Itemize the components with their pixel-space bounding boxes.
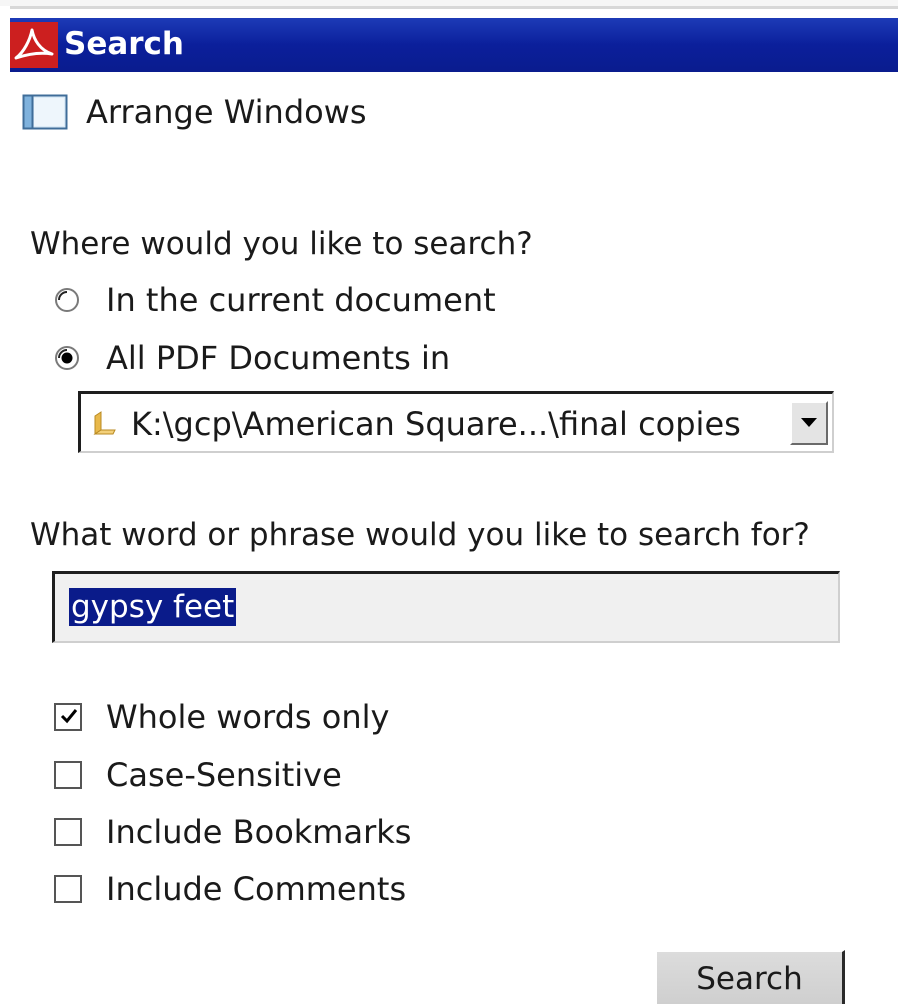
option-include-bookmarks[interactable]: Include Bookmarks [54, 812, 411, 852]
option-case-sensitive-label: Case-Sensitive [106, 756, 342, 794]
arrange-windows-label: Arrange Windows [86, 93, 367, 131]
checkmark-icon [60, 709, 78, 724]
search-phrase-input[interactable]: gypsy feet [52, 571, 840, 643]
option-whole-words-label: Whole words only [106, 698, 390, 736]
checkbox-include-bookmarks[interactable] [54, 818, 82, 846]
option-include-comments-label: Include Comments [106, 870, 407, 908]
query-question: What word or phrase would you like to se… [30, 517, 810, 553]
title-bar-divider [10, 6, 898, 9]
radio-current-document[interactable]: In the current document [54, 280, 496, 320]
adobe-reader-icon [10, 22, 58, 68]
title-bar: Search [0, 0, 898, 74]
folder-icon [93, 411, 116, 435]
search-button[interactable]: Search [655, 950, 845, 1004]
folder-select[interactable]: K:\gcp\American Square...\final copies [78, 391, 834, 453]
folder-select-dropdown-button[interactable] [790, 401, 828, 445]
option-include-comments[interactable]: Include Comments [54, 869, 406, 909]
window-title: Search [64, 26, 185, 62]
chevron-down-icon [801, 418, 817, 427]
radio-all-pdf-documents[interactable]: All PDF Documents in [54, 338, 450, 378]
window-layout-icon [22, 94, 68, 130]
radio-current-document-label: In the current document [106, 281, 496, 319]
option-case-sensitive[interactable]: Case-Sensitive [54, 755, 342, 795]
search-phrase-value: gypsy feet [69, 588, 237, 626]
radio-button-selected[interactable] [54, 345, 80, 371]
location-question: Where would you like to search? [30, 226, 533, 262]
checkbox-whole-words[interactable] [54, 703, 82, 731]
checkbox-case-sensitive[interactable] [54, 761, 82, 789]
checkbox-include-comments[interactable] [54, 875, 82, 903]
search-panel: Search Arrange Windows Where would you l… [0, 0, 898, 1004]
folder-select-value: K:\gcp\American Square...\final copies [131, 405, 741, 443]
option-include-bookmarks-label: Include Bookmarks [106, 813, 412, 851]
option-whole-words[interactable]: Whole words only [54, 697, 389, 737]
arrange-windows-button[interactable]: Arrange Windows [22, 92, 367, 132]
radio-all-pdf-documents-label: All PDF Documents in [106, 339, 451, 377]
radio-button-unselected[interactable] [54, 287, 80, 313]
